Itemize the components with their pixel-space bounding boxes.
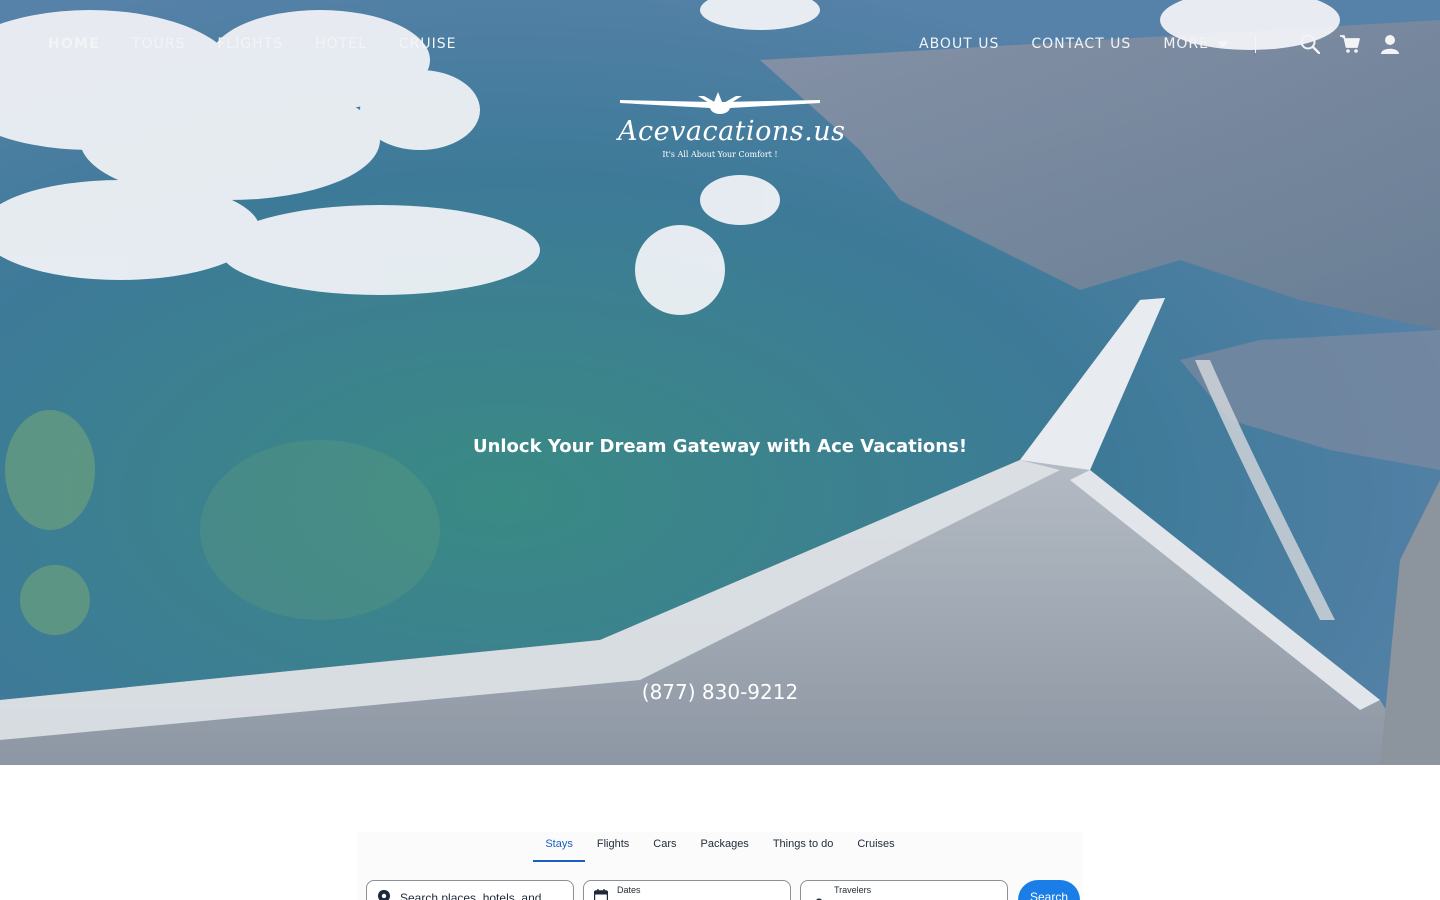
nav-contact-link[interactable]: CONTACT US xyxy=(1031,35,1131,53)
nav-home-link[interactable]: HOME xyxy=(48,35,100,53)
hero-banner: HOME TOURS FLIGHTS HOTEL CRUISE ABOUT US… xyxy=(0,0,1440,765)
tab-packages[interactable]: Packages xyxy=(689,832,761,862)
travelers-field[interactable]: Travelers xyxy=(800,880,1008,900)
location-pin-icon xyxy=(377,890,391,900)
nav-more-label: MORE xyxy=(1163,36,1209,52)
tab-cruises[interactable]: Cruises xyxy=(845,832,906,862)
tab-stays[interactable]: Stays xyxy=(533,832,585,862)
tab-cars[interactable]: Cars xyxy=(641,832,688,862)
logo-tagline: It's All About Your Comfort ! xyxy=(662,150,778,159)
search-button[interactable]: Search xyxy=(1018,880,1080,900)
search-tabs: Stays Flights Cars Packages Things to do… xyxy=(357,832,1083,862)
tab-flights[interactable]: Flights xyxy=(585,832,641,862)
tab-things-to-do[interactable]: Things to do xyxy=(761,832,846,862)
destination-placeholder: Search places, hotels, and... xyxy=(400,891,552,900)
chevron-down-icon xyxy=(1217,40,1229,48)
secondary-nav: ABOUT US CONTACT US MORE xyxy=(919,32,1402,56)
calendar-icon xyxy=(593,889,609,900)
primary-nav: HOME TOURS FLIGHTS HOTEL CRUISE xyxy=(48,35,457,53)
booking-search-widget: Stays Flights Cars Packages Things to do… xyxy=(357,832,1083,900)
top-navigation: HOME TOURS FLIGHTS HOTEL CRUISE ABOUT US… xyxy=(0,0,1440,88)
dates-field[interactable]: Dates xyxy=(583,880,791,900)
dates-label: Dates xyxy=(617,885,641,895)
cart-icon[interactable] xyxy=(1338,32,1362,56)
person-icon xyxy=(815,893,823,900)
nav-flights-link[interactable]: FLIGHTS xyxy=(217,35,283,53)
nav-divider xyxy=(1255,35,1256,53)
destination-input[interactable]: Search places, hotels, and... xyxy=(366,880,574,900)
logo-wordmark: Acevacations.us xyxy=(618,116,846,147)
nav-cruise-link[interactable]: CRUISE xyxy=(399,35,457,53)
travelers-label: Travelers xyxy=(834,885,872,895)
hero-headline: Unlock Your Dream Gateway with Ace Vacat… xyxy=(472,436,968,457)
nav-hotel-link[interactable]: HOTEL xyxy=(315,35,367,53)
nav-tours-link[interactable]: TOURS xyxy=(132,35,185,53)
nav-about-link[interactable]: ABOUT US xyxy=(919,35,999,53)
nav-more-dropdown[interactable]: MORE xyxy=(1163,35,1229,53)
site-logo[interactable]: Acevacations.us It's All About Your Comf… xyxy=(618,86,846,166)
hero-phone[interactable]: (877) 830-9212 xyxy=(0,680,1440,704)
user-icon[interactable] xyxy=(1378,32,1402,56)
search-icon[interactable] xyxy=(1298,32,1322,56)
